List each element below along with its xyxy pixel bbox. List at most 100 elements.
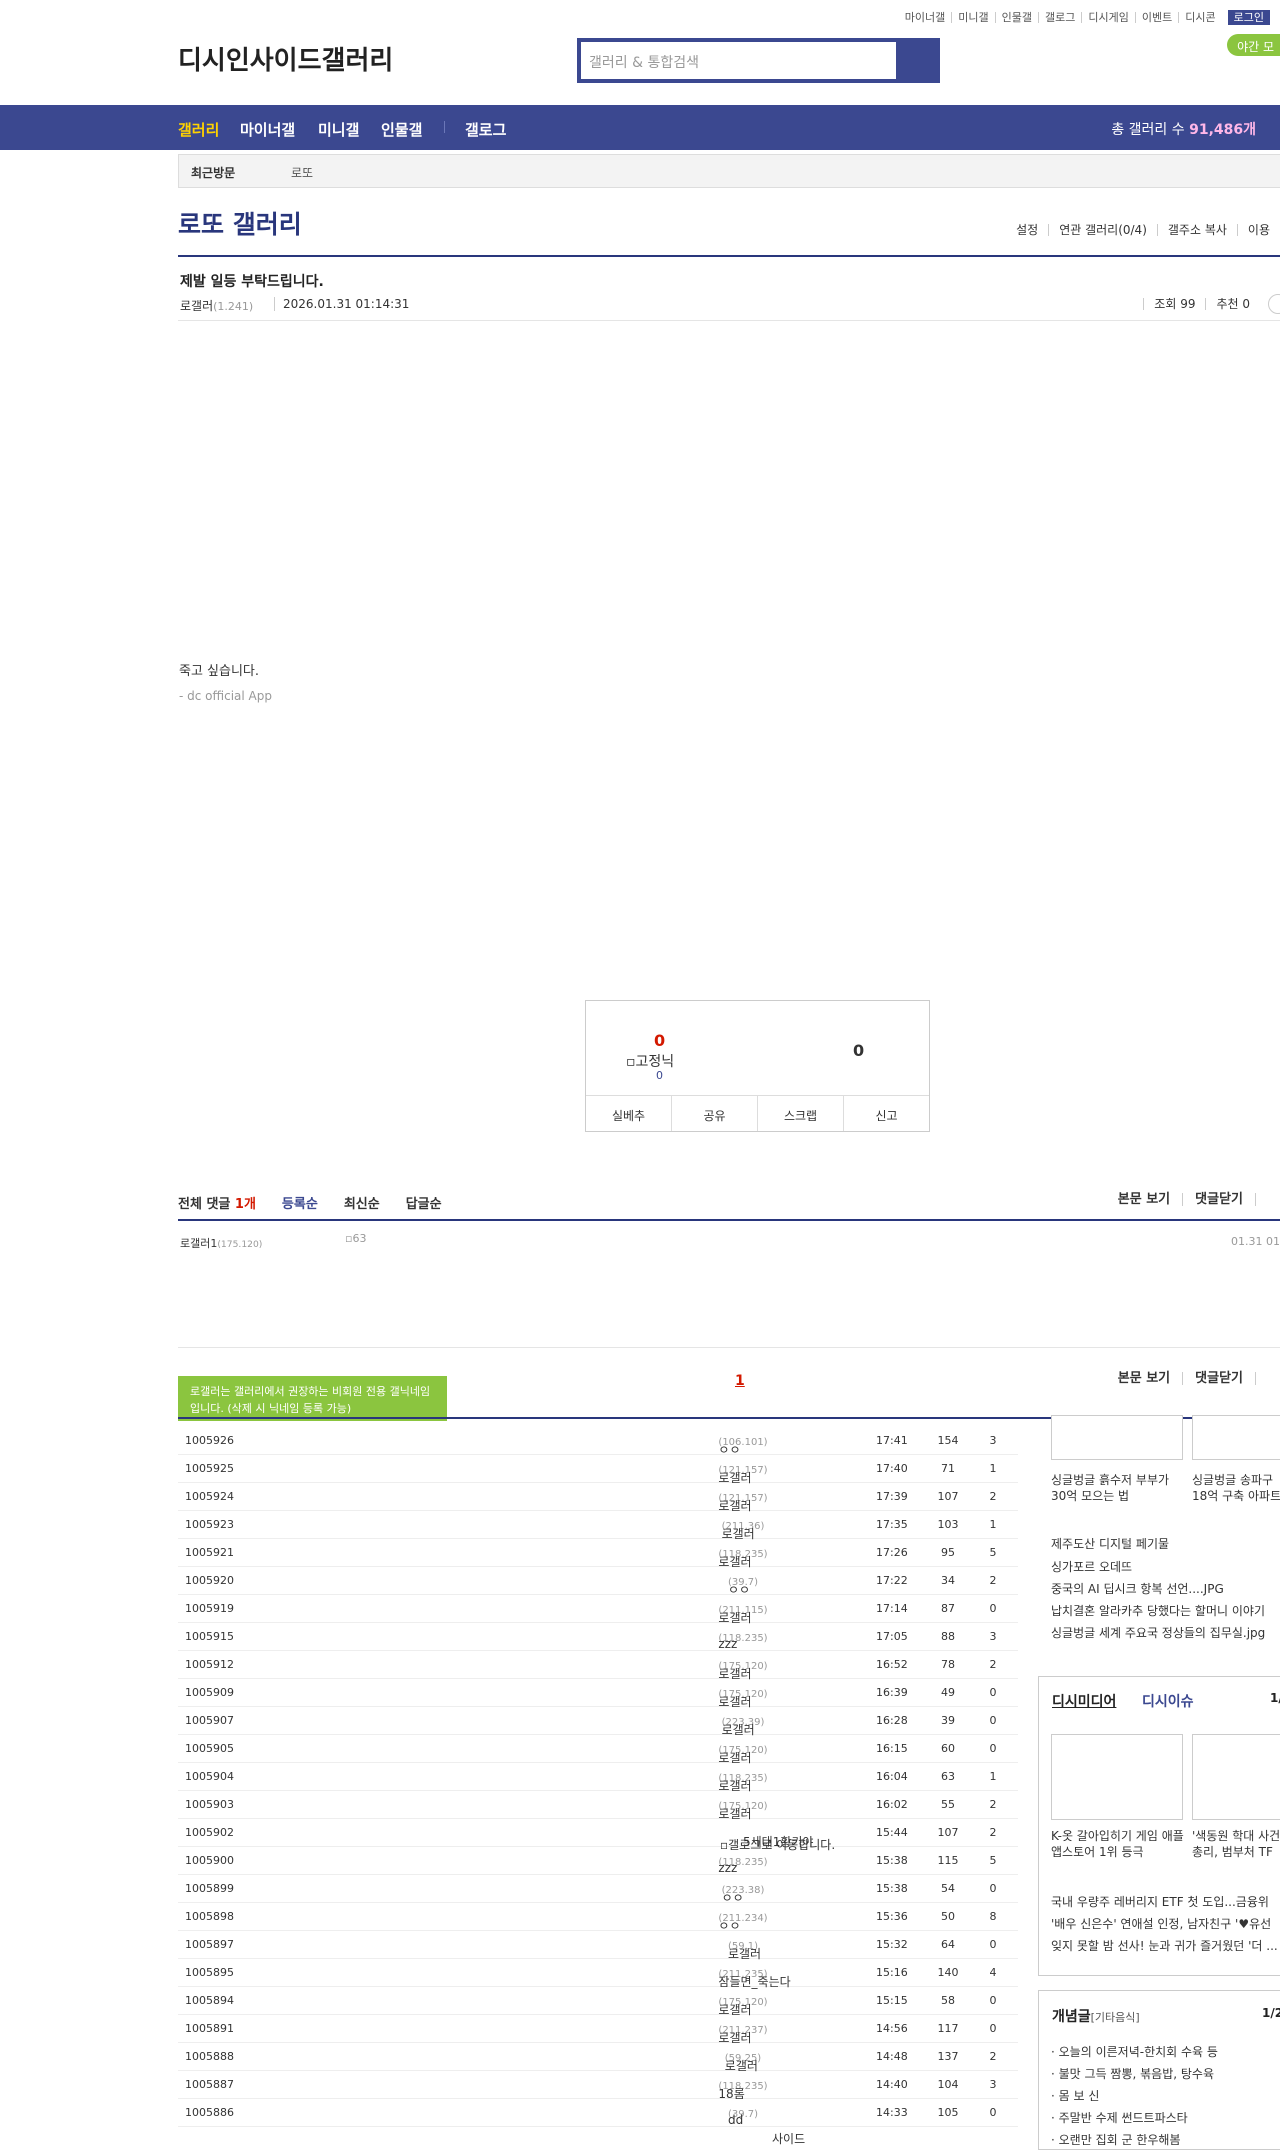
media-news-item[interactable]: '배우 신은수' 연애설 인정, 남자친구 '♥유선: [1051, 1916, 1271, 1932]
media-news-item[interactable]: 국내 우량주 레버리지 ETF 첫 도입...금융위: [1051, 1894, 1269, 1910]
table-row[interactable]: 1005905물리적 세계는 가짜일지도 모른다 - 호프만 박사의 경고[1]…: [178, 1735, 1018, 1765]
top-nav-dccon[interactable]: 디시콘: [1178, 12, 1221, 23]
recent-item[interactable]: 로또: [291, 164, 313, 181]
table-row[interactable]: 1005920마스터이가 좆같은 근본적 이유 : 골랑 4등이 인생업적인새끼…: [178, 1567, 1018, 1597]
concept-item[interactable]: · 오랜만 집회 군 한우해봄: [1051, 2132, 1181, 2148]
search-input[interactable]: 갤러리 & 통합검색: [581, 42, 896, 79]
table-row[interactable]: 1005909이 세계에 대한 가장 솔직하고 가장 충격적인 진실 (feat…: [178, 1679, 1018, 1709]
table-row[interactable]: 1005899조투니 부럽다[2]ㅇㅇ (223.38)15:38540: [178, 1875, 1018, 1905]
post-writer[interactable]: zzz (118.235): [643, 1630, 843, 1651]
post-writer[interactable]: 로갤러 (211.36): [643, 1518, 843, 1541]
thumb-caption[interactable]: 싱글벙글 송파구 18억 구축 아파트: [1192, 1472, 1280, 1504]
post-writer[interactable]: 로갤러 (211.115): [643, 1602, 843, 1625]
top-nav-gallog[interactable]: 갤로그: [1038, 12, 1081, 23]
media-caption[interactable]: K-옷 갈아입히기 게임 애플 앱스토어 1위 등극: [1051, 1828, 1186, 1860]
post-writer[interactable]: 로갤러 (223.39): [643, 1714, 843, 1737]
side-news-item[interactable]: 납치결혼 알라카추 당했다는 할머니 이야기: [1051, 1603, 1265, 1619]
nav-person[interactable]: 인물갤: [381, 119, 422, 140]
post-writer[interactable]: 로갤러 (175.120): [643, 1798, 843, 1821]
post-writer[interactable]: 로갤러 (175.120): [643, 1742, 843, 1765]
post-writer[interactable]: 로갤러 (175.120): [643, 1658, 843, 1681]
table-row[interactable]: 1005900두쫀쿠도 허니버터칩같은거지[2]zzz (118.235)15:…: [178, 1847, 1018, 1875]
table-row[interactable]: 1005924비트코인 떨어지는거 보숑 ㅋ[1]로갤러 (121.157)17…: [178, 1483, 1018, 1513]
concept-item[interactable]: · 몸 보 신: [1051, 2088, 1099, 2104]
close-comments-button[interactable]: 댓글닫기: [1182, 1193, 1255, 1206]
table-row[interactable]: 1005886로또도 노력이 필요한거냐?[1]dd (39.7)14:3310…: [178, 2099, 1018, 2127]
table-row[interactable]: 1005902로또라도 있어서 폭동이 안나노♡[4]5세대1황키야 15:44…: [178, 1819, 1018, 1849]
concept-item[interactable]: · 주말반 수제 썬드트파스타: [1051, 2110, 1188, 2126]
table-row[interactable]: 1005903양자물리학이 밝혀낸 사후세계의 충격적인 실체로갤러 (175.…: [178, 1791, 1018, 1821]
top-nav-event[interactable]: 이벤트: [1134, 12, 1178, 23]
post-author[interactable]: 로갤러(1.241): [180, 297, 253, 314]
comment-page-1[interactable]: 1: [735, 1373, 745, 1389]
upvote-count[interactable]: 0: [654, 1031, 665, 1050]
comment-author[interactable]: 로갤러1(175.120): [180, 1235, 262, 1251]
media-thumb[interactable]: [1192, 1734, 1280, 1820]
media-caption[interactable]: '색동원 학대 사건' 총리, 범부처 TF: [1192, 1828, 1280, 1860]
related-gallery-link[interactable]: 연관 갤러리(0/4): [1048, 224, 1157, 236]
gallery-title[interactable]: 로또 갤러리: [178, 205, 302, 241]
post-writer[interactable]: 로갤러 (175.120): [643, 1686, 843, 1709]
concept-title[interactable]: 개념글[기타음식]: [1052, 2006, 1140, 2026]
table-row[interactable]: 1005888좆나 짜증난다[1]로갤러 (59.25)14:481372: [178, 2043, 1018, 2073]
thumb-caption[interactable]: 싱글벙글 흙수저 부부가 30억 모으는 법: [1051, 1472, 1183, 1504]
post-writer[interactable]: 로갤러 (121.157): [643, 1462, 843, 1485]
sort-replies[interactable]: 답글순: [406, 1193, 442, 1212]
view-body-button[interactable]: 본문 보기: [1106, 1193, 1182, 1206]
side-news-item[interactable]: 중국의 AI 딥시크 항복 선언....JPG: [1051, 1581, 1224, 1597]
sort-latest[interactable]: 최신순: [344, 1193, 380, 1212]
table-row[interactable]: 1005923로또7 2장샀다 시발 제발!!!![1]로갤러 (211.36)…: [178, 1511, 1018, 1541]
top-nav-mini[interactable]: 미니갤: [951, 12, 994, 23]
post-writer[interactable]: ㅇㅇ (211.234): [643, 1910, 843, 1933]
table-row[interactable]: 1005898짱깨주작답노 전라도 1등 4개 2등 10개 ㅋㅋㅋㅋㅇㅇ (2…: [178, 1903, 1018, 1933]
side-news-item[interactable]: 제주도산 디지털 페기물: [1051, 1536, 1169, 1552]
table-row[interactable]: 1005895이글를 보고 느꼈다.잠들면_죽는다 (211.235)15:16…: [178, 1959, 1018, 1989]
nav-minor[interactable]: 마이너갤: [240, 119, 295, 140]
thumb-image[interactable]: [1051, 1415, 1183, 1460]
post-writer[interactable]: 로갤러 (121.157): [643, 1490, 843, 1513]
share-button[interactable]: 공유: [671, 1096, 757, 1131]
post-writer[interactable]: 로갤러 (59.25): [643, 2050, 843, 2073]
post-writer[interactable]: 로갤러 (175.120): [643, 1994, 843, 2017]
table-row[interactable]: 1005894현실의 비밀을 발견하고 홀연히 사라진 양자 물리학자가 남긴.…: [178, 1987, 1018, 2017]
thumb-image[interactable]: [1192, 1415, 1280, 1460]
more-icon[interactable]: [1268, 294, 1280, 314]
nav-gallery[interactable]: 갤러리: [178, 119, 219, 140]
post-writer[interactable]: ㅇㅇ (39.7): [643, 1574, 843, 1597]
report-button[interactable]: 신고: [843, 1096, 929, 1131]
tab-dcissue[interactable]: 디시이슈: [1142, 1691, 1194, 1711]
view-body-button[interactable]: 본문 보기: [1106, 1372, 1182, 1385]
top-nav-minor[interactable]: 마이너갤: [899, 12, 951, 23]
post-writer[interactable]: 로갤러 (211.237): [643, 2022, 843, 2045]
settings-link[interactable]: 설정: [1006, 224, 1048, 236]
post-writer[interactable]: ㅇㅇ (223.38): [643, 1882, 843, 1905]
concept-item[interactable]: · 불맛 그득 짬뽕, 볶음밥, 탕수육: [1051, 2066, 1214, 2082]
post-writer[interactable]: 로갤러 (118.235): [643, 1546, 843, 1569]
top-nav-person[interactable]: 인물갤: [994, 12, 1038, 23]
media-news-item[interactable]: 잊지 못할 밤 선사! 눈과 귀가 즐거웠던 '더 ...: [1051, 1938, 1278, 1954]
table-row[interactable]: 1005897마스터이 vs 멍멍이[1]로갤러 (59.1)15:32640: [178, 1931, 1018, 1961]
best-recommend-button[interactable]: 실베추: [586, 1096, 671, 1131]
sort-registered[interactable]: 등록순: [282, 1193, 318, 1212]
table-row[interactable]: 1005907소소하게사라로갤러 (223.39)16:28390: [178, 1707, 1018, 1737]
concept-item[interactable]: · 오늘의 이른저녁-한치회 수육 등: [1051, 2044, 1218, 2060]
close-comments-button[interactable]: 댓글닫기: [1182, 1372, 1255, 1385]
table-row[interactable]: 1005925원자재는 장난아니네[2]로갤러 (121.157)17:4071…: [178, 1455, 1018, 1485]
table-row[interactable]: 1005915하루아침에 인생이 바뀔 수 있다zzz (118.235)17:…: [178, 1623, 1018, 1651]
table-row[interactable]: 1005912십억을 벌고 싶은데 못버는 이유[1]로갤러 (175.120)…: [178, 1651, 1018, 1681]
media-thumb[interactable]: [1051, 1734, 1183, 1820]
table-row[interactable]: 1005919로또 다음주에 사지 말고[2]로갤러 (211.115)17:1…: [178, 1595, 1018, 1625]
downvote-count[interactable]: 0: [853, 1041, 864, 1060]
post-writer[interactable]: 로갤러 (118.235): [643, 1770, 843, 1793]
post-writer[interactable]: 18롬 (118.235): [643, 2078, 843, 2101]
table-row[interactable]: 10059262주 연속 2등 당첨 부럽다. 당첨금액도 높네[3]ㅇㅇ (1…: [178, 1427, 1018, 1457]
table-row[interactable]: 10059212월 설날버프로 로또 존나사는거 알지?[1]로갤러 (118.…: [178, 1539, 1018, 1569]
table-row[interactable]: 10058871월 성적[5]18롬 (118.235)14:401043: [178, 2071, 1018, 2101]
night-mode-toggle[interactable]: 야간 모: [1227, 34, 1280, 56]
top-nav-game[interactable]: 디시게임: [1081, 12, 1134, 23]
table-row[interactable]: 1005891애들아 숫자는 정직하다[2]로갤러 (211.237)14:56…: [178, 2015, 1018, 2045]
usage-link[interactable]: 이용: [1236, 224, 1280, 236]
site-logo[interactable]: 디시인사이드갤러리: [178, 40, 393, 77]
table-row[interactable]: 100590435000원 투자해서 5천원 하네 됐네 ㅋㅋㅋ[1]로갤러 (…: [178, 1763, 1018, 1793]
post-writer[interactable]: ㅇㅇ (106.101): [643, 1434, 843, 1457]
